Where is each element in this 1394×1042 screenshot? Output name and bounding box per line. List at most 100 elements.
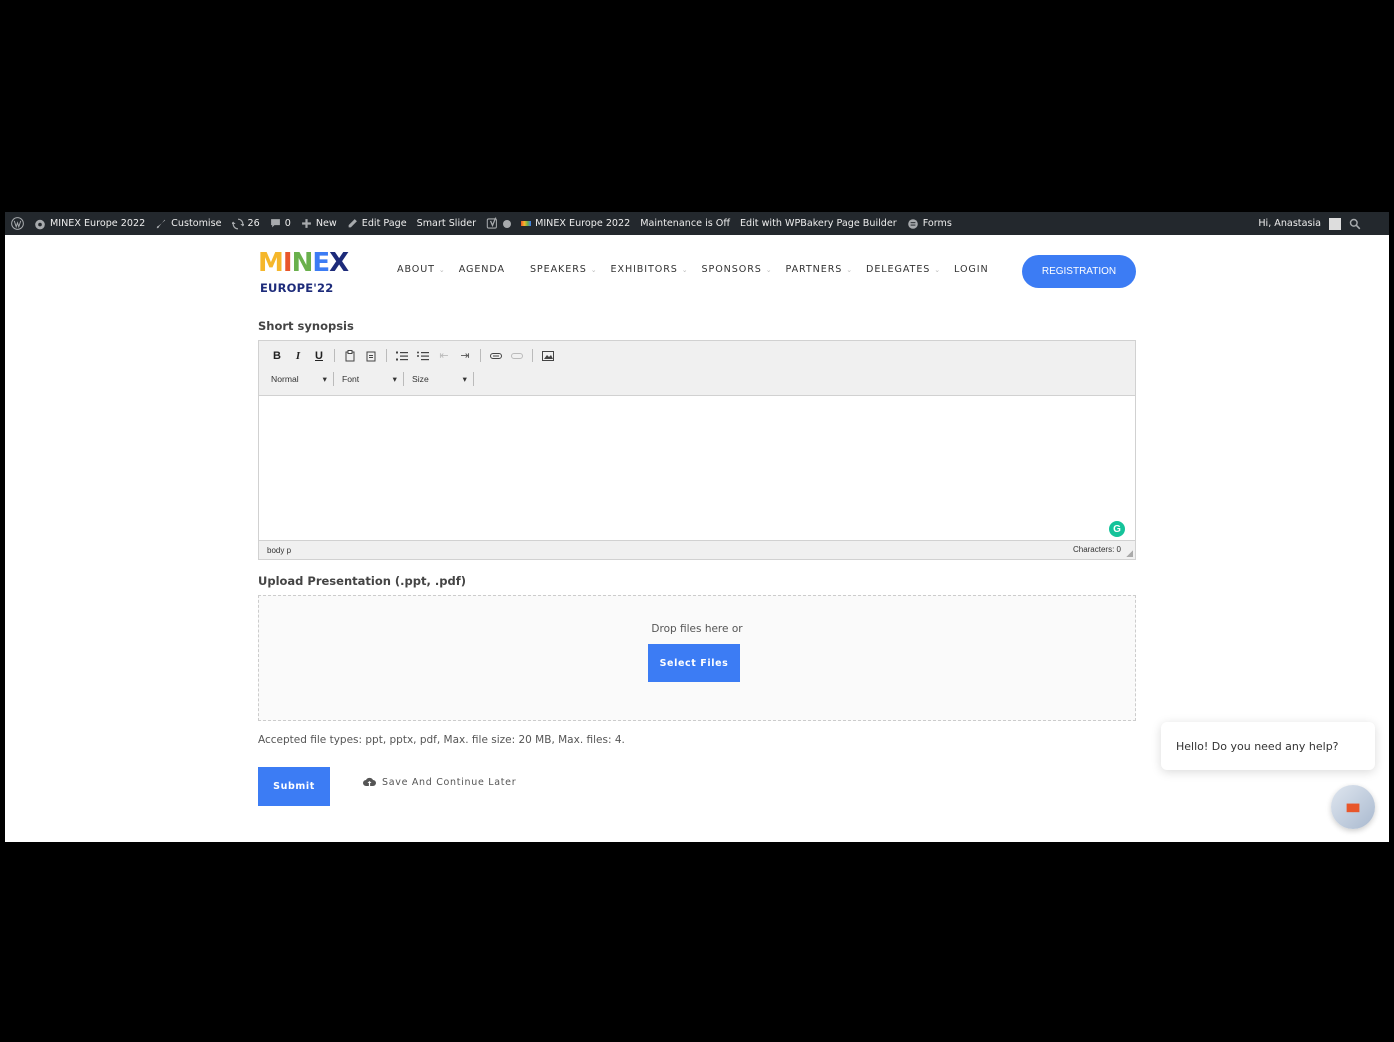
admin-edit-page[interactable]: Edit Page (347, 218, 407, 229)
grammarly-icon[interactable]: G (1109, 521, 1125, 537)
caret-down-icon: ▾ (322, 373, 327, 384)
outdent-icon[interactable]: ⇤ (438, 349, 450, 362)
select-files-button[interactable]: Select Files (648, 644, 740, 682)
nav-speakers[interactable]: SPEAKERS ⌄ (530, 264, 598, 275)
chevron-down-icon: ⌄ (681, 265, 689, 274)
nav-sponsors-label: SPONSORS (701, 264, 762, 275)
browser-viewport: MINEX Europe 2022 Customise 26 0 New Edi… (5, 212, 1389, 842)
chat-launcher-avatar[interactable]: ▇▇ (1331, 785, 1375, 829)
size-select[interactable]: Size ▾ (412, 372, 474, 386)
nav-partners[interactable]: PARTNERS ⌄ (786, 264, 854, 275)
accepted-file-types: Accepted file types: ppt, pptx, pdf, Max… (258, 734, 625, 746)
bold-icon[interactable]: B (271, 349, 283, 362)
admin-maintenance-label: Maintenance is Off (640, 218, 730, 229)
cloud-upload-icon (363, 777, 376, 786)
caret-down-icon: ▾ (392, 373, 397, 384)
nav-login[interactable]: LOGIN (954, 264, 989, 275)
admin-wpbakery[interactable]: Edit with WPBakery Page Builder (740, 218, 897, 229)
unlink-icon[interactable] (511, 349, 523, 362)
save-continue-later-label: Save And Continue Later (382, 777, 517, 788)
nav-speakers-label: SPEAKERS (529, 264, 587, 275)
nav-exhibitors[interactable]: EXHIBITORS ⌄ (611, 264, 689, 275)
site-logo-sub: EUROPE'22 (260, 281, 334, 295)
admin-forms[interactable]: Forms (907, 218, 952, 230)
size-select-value: Size (412, 374, 429, 384)
admin-smart-slider-label: Smart Slider (416, 218, 477, 229)
chevron-down-icon: ⌄ (765, 265, 773, 274)
admin-forms-label: Forms (922, 218, 952, 229)
admin-site-name-label: MINEX Europe 2022 (50, 218, 146, 229)
search-icon[interactable] (1349, 218, 1361, 230)
site-logo-word: MINEX (258, 248, 349, 278)
nav-agenda-label: AGENDA (458, 264, 505, 275)
editor-content-area[interactable]: G (259, 396, 1135, 540)
chat-greeting-bubble[interactable]: Hello! Do you need any help? (1161, 722, 1375, 770)
wordpress-menu[interactable] (11, 217, 24, 230)
italic-icon[interactable]: I (292, 349, 304, 362)
chat-avatar-logo-icon: ▇▇ (1346, 802, 1360, 812)
format-select[interactable]: Normal ▾ (271, 372, 334, 386)
toolbar-divider (386, 349, 387, 362)
admin-edit-page-label: Edit Page (361, 218, 407, 229)
admin-comments[interactable]: 0 (270, 218, 291, 229)
admin-updates-count: 26 (247, 218, 260, 229)
admin-bar-right: Hi, Anastasia (1258, 212, 1361, 235)
chevron-down-icon: ⌄ (590, 265, 598, 274)
nav-agenda[interactable]: AGENDA (459, 264, 505, 275)
dashboard-icon (35, 219, 45, 229)
image-icon[interactable] (542, 349, 554, 362)
chevron-down-icon: ⌄ (846, 265, 854, 274)
admin-new[interactable]: New (301, 218, 337, 229)
status-dot-icon (503, 219, 512, 228)
nav-sponsors[interactable]: SPONSORS ⌄ (702, 264, 773, 275)
ordered-list-icon[interactable] (396, 349, 408, 362)
font-select[interactable]: Font ▾ (342, 372, 404, 386)
save-continue-later-link[interactable]: Save And Continue Later (363, 777, 516, 788)
nav-partners-label: PARTNERS (785, 264, 843, 275)
admin-comments-count: 0 (284, 218, 291, 229)
admin-yoast[interactable] (486, 217, 512, 230)
link-icon[interactable] (490, 349, 502, 362)
format-select-value: Normal (271, 374, 299, 384)
underline-icon[interactable]: U (313, 349, 325, 362)
chevron-down-icon: ⌄ (438, 265, 446, 274)
character-count: Characters: 0 (1072, 545, 1121, 554)
admin-user-greeting[interactable]: Hi, Anastasia (1258, 218, 1321, 229)
admin-site-name[interactable]: MINEX Europe 2022 (34, 218, 145, 230)
submit-button[interactable]: Submit (258, 767, 330, 806)
file-dropzone[interactable]: Drop files here or Select Files (258, 595, 1136, 721)
nav-about[interactable]: ABOUT ⌄ (397, 264, 446, 275)
chat-greeting-text: Hello! Do you need any help? (1176, 740, 1339, 753)
paste-icon[interactable] (344, 349, 356, 362)
rich-text-editor: B I U ⇤ ⇥ Normal ▾ Font ▾ Size ▾ G body … (258, 340, 1136, 560)
admin-maintenance[interactable]: Maintenance is Off (640, 218, 730, 229)
admin-smart-slider[interactable]: Smart Slider (417, 218, 476, 229)
unordered-list-icon[interactable] (417, 349, 429, 362)
editor-toolbar-selects: Normal ▾ Font ▾ Size ▾ (271, 372, 482, 386)
avatar[interactable] (1329, 217, 1341, 230)
resize-handle-icon[interactable] (1126, 550, 1133, 557)
font-select-value: Font (342, 374, 360, 384)
indent-icon[interactable]: ⇥ (459, 349, 471, 362)
nav-exhibitors-label: EXHIBITORS (610, 264, 678, 275)
brush-icon (156, 219, 166, 228)
admin-customise[interactable]: Customise (155, 218, 222, 230)
site-logo[interactable]: MINEX EUROPE'22 (258, 246, 349, 296)
nav-delegates-label: DELEGATES (866, 264, 931, 275)
nav-delegates[interactable]: DELEGATES ⌄ (866, 264, 941, 275)
toolbar-divider (480, 349, 481, 362)
chevron-down-icon: ⌄ (934, 265, 942, 274)
toolbar-divider (532, 349, 533, 362)
registration-button[interactable]: REGISTRATION (1022, 255, 1136, 288)
admin-minex-menu[interactable]: MINEX Europe 2022 (521, 218, 630, 229)
nav-login-label: LOGIN (954, 264, 989, 275)
editor-toolbar: B I U ⇤ ⇥ Normal ▾ Font ▾ Size ▾ (259, 341, 1135, 396)
comment-icon (270, 219, 280, 228)
admin-customise-label: Customise (171, 218, 222, 229)
editor-statusbar: body p Characters: 0 (259, 540, 1135, 559)
editor-toolbar-row: B I U ⇤ ⇥ (271, 349, 554, 362)
main-navigation: ABOUT ⌄ AGENDA SPEAKERS ⌄ EXHIBITORS ⌄ SPON… (397, 264, 989, 275)
admin-new-label: New (315, 218, 337, 229)
paste-text-icon[interactable] (365, 349, 377, 362)
admin-updates[interactable]: 26 (231, 218, 260, 230)
